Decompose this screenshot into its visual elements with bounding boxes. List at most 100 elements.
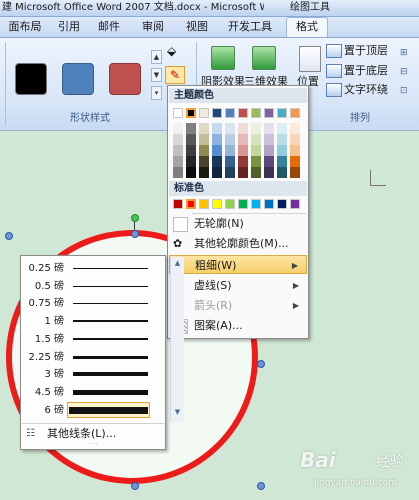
theme-color-cell[interactable] (173, 108, 183, 118)
standard-color-cell[interactable] (290, 199, 300, 209)
theme-color-shade-cell[interactable] (212, 123, 222, 134)
bring-to-front-button[interactable]: 置于顶层 (326, 44, 388, 58)
resize-handle-bottom[interactable] (131, 482, 139, 490)
weight-option[interactable]: 0.75 磅 (22, 295, 164, 312)
weight-option[interactable]: 3 磅 (22, 366, 164, 383)
theme-color-shade-cell[interactable] (173, 134, 183, 145)
theme-color-shade-cell[interactable] (199, 145, 209, 156)
theme-color-cell[interactable] (264, 108, 274, 118)
tab-mailings[interactable]: 邮件 (92, 18, 126, 36)
send-to-back-button[interactable]: 置于底层 (326, 64, 388, 78)
fill-bucket-icon[interactable]: ⬙ (167, 44, 181, 58)
theme-color-shade-cell[interactable] (225, 134, 235, 145)
dashes-item[interactable]: ┅ 虚线(S) ▶ (169, 276, 307, 295)
theme-color-shade-cell[interactable] (264, 145, 274, 156)
resize-handle-right[interactable] (257, 360, 265, 368)
theme-color-shade-cell[interactable] (186, 156, 196, 167)
standard-color-cell[interactable] (277, 199, 287, 209)
theme-color-shade-cell[interactable] (277, 167, 287, 178)
gallery-scroll-down[interactable]: ▼ (151, 68, 162, 82)
resize-handle-top[interactable] (131, 230, 139, 238)
rotation-handle[interactable] (131, 214, 139, 222)
theme-color-shade-cell[interactable] (225, 123, 235, 134)
theme-color-shade-cell[interactable] (238, 123, 248, 134)
theme-color-shade-cell[interactable] (264, 167, 274, 178)
theme-color-shade-cell[interactable] (173, 123, 183, 134)
theme-color-shade-cell[interactable] (173, 145, 183, 156)
weight-option[interactable]: 4.5 磅 (22, 384, 164, 401)
theme-color-shade-cell[interactable] (251, 145, 261, 156)
theme-color-cell[interactable] (186, 108, 196, 118)
weight-option[interactable]: 0.5 磅 (22, 278, 164, 295)
theme-color-shade-cell[interactable] (212, 145, 222, 156)
standard-color-cell[interactable] (212, 199, 222, 209)
theme-color-shade-cell[interactable] (186, 145, 196, 156)
theme-color-shade-cell[interactable] (212, 156, 222, 167)
theme-color-shade-cell[interactable] (290, 167, 300, 178)
standard-color-cell[interactable] (251, 199, 261, 209)
theme-color-cell[interactable] (238, 108, 248, 118)
theme-color-shade-cell[interactable] (225, 167, 235, 178)
theme-color-shade-cell[interactable] (212, 167, 222, 178)
theme-color-cell[interactable] (290, 108, 300, 118)
scroll-down-icon[interactable]: ▼ (172, 407, 183, 418)
gallery-more[interactable]: ▾ (151, 86, 162, 100)
theme-color-shade-cell[interactable] (277, 123, 287, 134)
tab-page-layout[interactable]: 面布局 (2, 18, 48, 36)
theme-color-shade-cell[interactable] (251, 156, 261, 167)
weight-option[interactable]: 6 磅 (22, 401, 164, 419)
scroll-up-icon[interactable]: ▲ (172, 258, 183, 269)
theme-color-shade-cell[interactable] (251, 134, 261, 145)
theme-color-shade-cell[interactable] (186, 134, 196, 145)
shape-outline-button[interactable]: ✎ (165, 66, 185, 84)
theme-color-cell[interactable] (199, 108, 209, 118)
style-swatch-blue[interactable] (62, 63, 94, 95)
theme-color-shade-cell[interactable] (238, 167, 248, 178)
standard-color-cell[interactable] (225, 199, 235, 209)
theme-color-shade-cell[interactable] (277, 145, 287, 156)
tab-format[interactable]: 格式 (286, 17, 328, 37)
position-icon[interactable] (299, 46, 321, 72)
weight-item[interactable]: ☰ 粗细(W) ▶ (169, 255, 307, 274)
standard-color-cell[interactable] (173, 199, 183, 209)
no-outline-item[interactable]: 无轮廓(N) (169, 214, 307, 233)
theme-color-shade-cell[interactable] (225, 156, 235, 167)
theme-color-shade-cell[interactable] (290, 123, 300, 134)
weight-option[interactable]: 0.25 磅 (22, 260, 164, 277)
tab-references[interactable]: 引用 (52, 18, 86, 36)
standard-color-cell[interactable] (264, 199, 274, 209)
tab-view[interactable]: 视图 (180, 18, 214, 36)
theme-color-shade-cell[interactable] (251, 167, 261, 178)
theme-color-shade-cell[interactable] (173, 156, 183, 167)
theme-color-cell[interactable] (225, 108, 235, 118)
theme-color-shade-cell[interactable] (199, 156, 209, 167)
standard-color-cell[interactable] (199, 199, 209, 209)
more-outline-colors-item[interactable]: ✿ 其他轮廓颜色(M)... (169, 234, 307, 253)
text-wrapping-button[interactable]: 文字环绕 (326, 83, 388, 97)
shadow-effect-icon[interactable] (211, 46, 235, 70)
theme-color-shade-cell[interactable] (238, 145, 248, 156)
theme-color-shade-cell[interactable] (199, 134, 209, 145)
theme-color-shade-cell[interactable] (225, 145, 235, 156)
theme-color-shade-cell[interactable] (290, 145, 300, 156)
theme-color-cell[interactable] (277, 108, 287, 118)
tab-review[interactable]: 审阅 (136, 18, 170, 36)
theme-color-shade-cell[interactable] (238, 134, 248, 145)
theme-color-shade-cell[interactable] (199, 167, 209, 178)
style-swatch-red[interactable] (109, 63, 141, 95)
theme-color-shade-cell[interactable] (199, 123, 209, 134)
theme-color-cell[interactable] (251, 108, 261, 118)
theme-color-shade-cell[interactable] (212, 134, 222, 145)
weight-option[interactable]: 2.25 磅 (22, 349, 164, 366)
theme-color-shade-cell[interactable] (186, 123, 196, 134)
standard-color-cell[interactable] (238, 199, 248, 209)
standard-color-cell[interactable] (186, 199, 196, 209)
resize-handle-bottom-right[interactable] (257, 482, 265, 490)
theme-color-shade-cell[interactable] (277, 134, 287, 145)
resize-handle-top-left[interactable] (5, 232, 13, 240)
weight-scrollbar[interactable]: ▲ ▼ (170, 257, 184, 422)
theme-color-shade-cell[interactable] (290, 134, 300, 145)
arrows-item[interactable]: ⇆ 箭头(R) ▶ (169, 296, 307, 315)
theme-color-shade-cell[interactable] (186, 167, 196, 178)
theme-color-shade-cell[interactable] (251, 123, 261, 134)
